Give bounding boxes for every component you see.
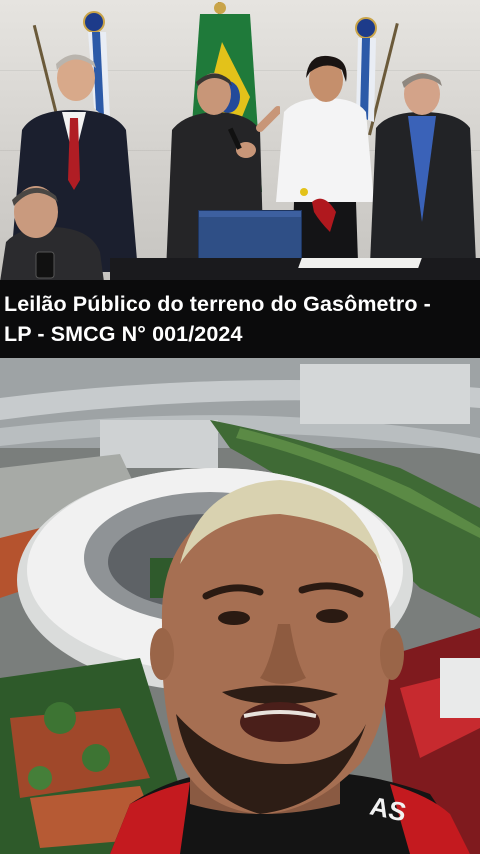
man-in-dark-blazer — [370, 73, 476, 264]
front-desk — [110, 258, 480, 280]
caption-bar: Leilão Público do terreno do Gasômetro -… — [0, 280, 480, 358]
caption-text: Leilão Público do terreno do Gasômetro -… — [4, 292, 431, 346]
desk-papers — [298, 258, 422, 268]
auction-ceremony-photo — [0, 0, 480, 280]
seated-man-foreground — [0, 186, 104, 280]
stadium-render-with-selfie: AS — [0, 358, 480, 854]
selfie-man — [110, 480, 470, 854]
